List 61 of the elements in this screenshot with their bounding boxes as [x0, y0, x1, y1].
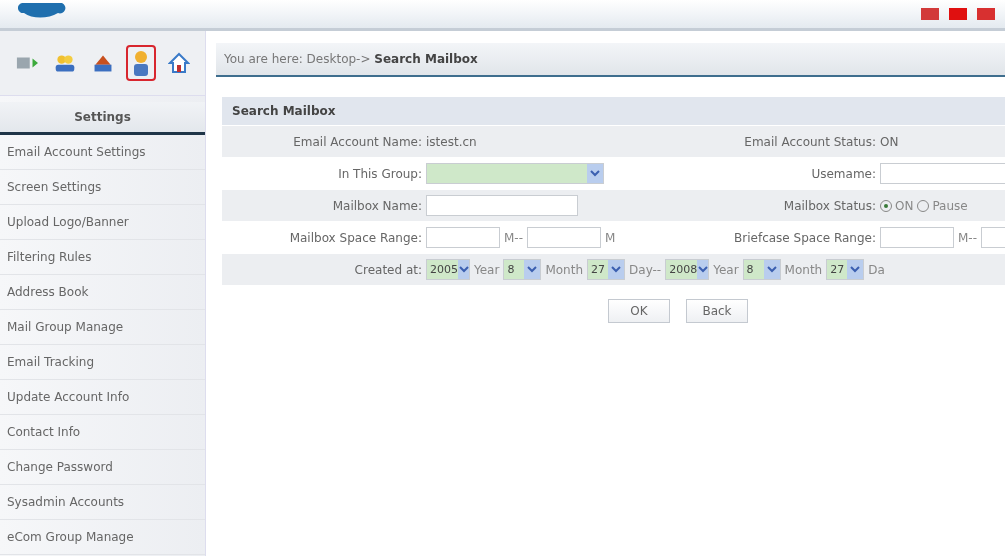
sidebar-title: Settings	[0, 102, 205, 135]
field-label: Briefcase Space Range:	[733, 230, 877, 245]
sidebar-item[interactable]: Screen Settings	[0, 170, 205, 205]
chevron-down-icon	[850, 266, 861, 273]
sidebar-item[interactable]: Sysadmin Accounts	[0, 485, 205, 520]
chevron-down-icon	[590, 170, 600, 177]
breadcrumb: You are here: Desktop-> Search Mailbox	[216, 43, 1005, 77]
date-unit: Month	[545, 262, 584, 277]
chevron-down-icon	[697, 266, 708, 273]
field-label: In This Group:	[337, 166, 423, 181]
date-unit: Year	[474, 262, 500, 277]
sidebar-item[interactable]: Address Book	[0, 275, 205, 310]
chevron-down-icon	[611, 266, 622, 273]
date-select[interactable]: 27	[826, 259, 865, 280]
status-radio[interactable]: ON	[880, 198, 914, 213]
input-field[interactable]	[527, 227, 601, 248]
sidebar-item[interactable]: Filtering Rules	[0, 240, 205, 275]
unit-label: M	[605, 230, 616, 245]
chevron-down-icon	[527, 266, 538, 273]
sidebar-item[interactable]: Change Password	[0, 450, 205, 485]
field-label: Mailbox Name:	[331, 198, 423, 213]
sidebar-item[interactable]: Email Account Settings	[0, 135, 205, 170]
field-label: Created at:	[353, 262, 423, 277]
form-button[interactable]: Back	[686, 299, 748, 323]
field-label: Mailbox Status:	[782, 198, 877, 213]
home-icon	[168, 52, 190, 74]
field-label: Usemame:	[810, 166, 877, 181]
input-field[interactable]	[426, 227, 500, 248]
toolbar-button[interactable]	[126, 45, 156, 81]
sidebar-item[interactable]: Contact Info	[0, 415, 205, 450]
field-label: Mailbox Space Range:	[288, 230, 423, 245]
sidebar-item[interactable]: Email Tracking	[0, 345, 205, 380]
sidebar-item[interactable]: eCom Group Manage	[0, 520, 205, 555]
input-field[interactable]	[880, 227, 954, 248]
panel-title: Search Mailbox	[222, 97, 1005, 125]
date-select[interactable]: 8	[503, 259, 542, 280]
date-select[interactable]: 2005	[426, 259, 470, 280]
date-unit: Year	[713, 262, 739, 277]
sidebar-item[interactable]: Mail Group Manage	[0, 310, 205, 345]
sidebar-item[interactable]: Update Account Info	[0, 380, 205, 415]
input-field[interactable]	[880, 163, 1005, 184]
field-label: Email Account Name:	[292, 134, 423, 149]
sidebar-item[interactable]: Upload Logo/Banner	[0, 205, 205, 240]
date-select[interactable]: 8	[742, 259, 781, 280]
chevron-down-icon	[458, 266, 469, 273]
unit-label: M--	[504, 230, 523, 245]
field-value: istest.cn	[426, 134, 477, 149]
field-value: ON	[880, 134, 899, 149]
status-radio[interactable]: Pause	[917, 198, 968, 213]
date-unit: Month	[784, 262, 823, 277]
users-icon	[54, 52, 76, 74]
field-label: Email Account Status:	[743, 134, 877, 149]
unit-label: M--	[958, 230, 977, 245]
chevron-down-icon	[766, 266, 777, 273]
date-unit: Da	[868, 262, 885, 277]
form-button[interactable]: OK	[608, 299, 670, 323]
date-unit: Day--	[629, 262, 662, 277]
input-field[interactable]	[426, 195, 578, 216]
group-select[interactable]	[426, 163, 604, 184]
date-select[interactable]: 27	[587, 259, 626, 280]
date-select[interactable]: 2008	[665, 259, 710, 280]
